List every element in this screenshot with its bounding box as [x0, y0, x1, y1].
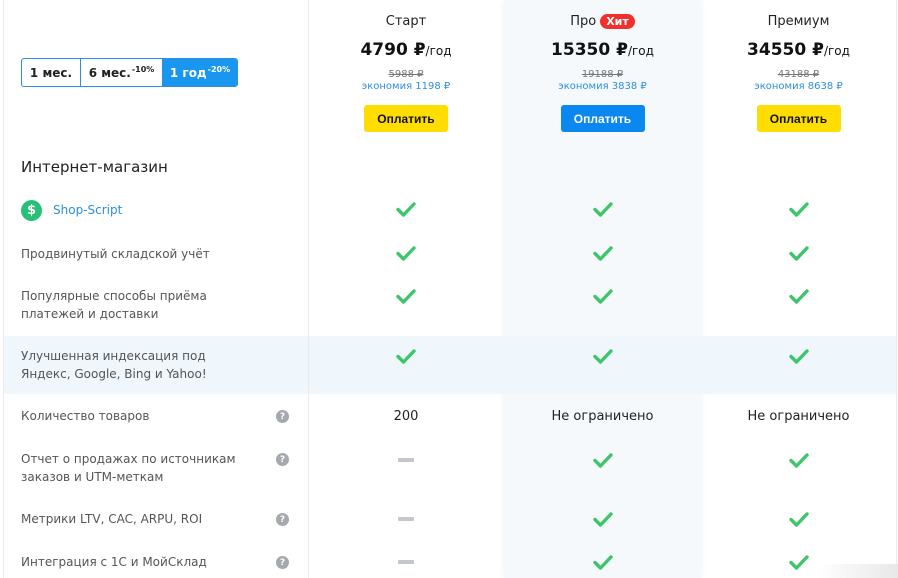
- feature-value: Не ограничено: [701, 406, 896, 426]
- check-icon: [504, 346, 701, 366]
- feature-label-line: Количество товаров: [21, 409, 150, 423]
- check-icon: [701, 346, 896, 366]
- hit-badge: Хит: [600, 14, 635, 29]
- feature-label-line: Метрики LTV, CAC, ARPU, ROI: [21, 512, 203, 526]
- check-icon: [701, 509, 896, 529]
- plan-column-start: Старт 4790 ₽/год 5988 ₽ экономия 1198 ₽ Опла…: [308, 0, 504, 578]
- check-icon: [504, 450, 701, 470]
- page-corner-fade: [818, 564, 898, 578]
- feature-label: Популярные способы приёма платежей и дос…: [21, 287, 207, 323]
- period-option-6-months[interactable]: 6 мес. -10%: [81, 59, 163, 86]
- old-price: 5988 ₽: [388, 69, 424, 80]
- feature-value: 200: [308, 406, 504, 426]
- dash-icon: [308, 552, 504, 572]
- price-period: /год: [627, 44, 654, 58]
- plan-name: Премиум: [701, 14, 896, 29]
- feature-value-text: Не ограничено: [747, 408, 850, 424]
- pay-button[interactable]: Оплатить: [560, 105, 645, 132]
- feature-label: Улучшенная индексация под Яндекс, Google…: [21, 347, 207, 383]
- check-icon: [308, 199, 504, 219]
- feature-value: Не ограничено: [504, 406, 701, 426]
- period-switch: 1 мес. 6 мес. -10% 1 год -20%: [21, 58, 238, 87]
- feature-label-line: Яндекс, Google, Bing и Yahoo!: [21, 367, 207, 381]
- period-option-label: 1 мес.: [29, 65, 73, 80]
- old-price: 19188 ₽: [581, 69, 624, 80]
- feature-label: Отчет о продажах по источникам заказов и…: [21, 450, 236, 486]
- plan-price: 34550 ₽/год: [701, 40, 896, 60]
- help-icon[interactable]: ?: [276, 556, 289, 569]
- check-icon: [504, 286, 701, 306]
- feature-label-line: Улучшенная индексация под: [21, 349, 206, 363]
- period-discount: -10%: [131, 65, 155, 74]
- period-option-label: 1 год: [169, 65, 207, 80]
- shop-script-link[interactable]: Shop-Script: [53, 201, 122, 219]
- price-value: 34550 ₽: [747, 40, 824, 60]
- dollar-icon: $: [21, 200, 42, 221]
- plan-column-premium: Премиум 34550 ₽/год 43188 ₽ экономия 8638 ₽…: [701, 0, 896, 578]
- check-icon: [701, 286, 896, 306]
- price-period: /год: [425, 44, 452, 58]
- check-icon: [504, 509, 701, 529]
- feature-label-line: платежей и доставки: [21, 307, 159, 321]
- price-value: 4790 ₽: [360, 40, 426, 60]
- pay-button[interactable]: Оплатить: [756, 105, 841, 132]
- help-icon[interactable]: ?: [276, 453, 289, 466]
- plan-name: Про Хит: [504, 14, 701, 29]
- price-period: /год: [823, 44, 850, 58]
- feature-label: Интеграция с 1С и МойСклад: [21, 553, 207, 571]
- plan-name-text: Премиум: [767, 14, 830, 29]
- feature-label-line: Продвинутый складской учёт: [21, 247, 210, 261]
- feature-label-line: Интеграция с 1С и МойСклад: [21, 555, 207, 569]
- check-icon: [701, 199, 896, 219]
- period-option-1-month[interactable]: 1 мес.: [22, 59, 81, 86]
- check-icon: [308, 243, 504, 263]
- plan-name: Старт: [308, 14, 504, 29]
- check-icon: [504, 243, 701, 263]
- feature-label-line: Популярные способы приёма: [21, 289, 207, 303]
- savings-text: экономия 1198 ₽: [361, 81, 451, 92]
- plan-price: 4790 ₽/год: [308, 40, 504, 60]
- feature-label: Продвинутый складской учёт: [21, 245, 210, 263]
- period-discount: -20%: [207, 65, 231, 74]
- price-value: 15350 ₽: [551, 40, 628, 60]
- feature-label: Количество товаров: [21, 407, 149, 425]
- dash-mark: [398, 560, 414, 564]
- pay-button[interactable]: Оплатить: [364, 105, 448, 132]
- plan-column-pro: Про Хит 15350 ₽/год 19188 ₽ экономия 3838 ₽ О…: [504, 0, 701, 578]
- help-icon[interactable]: ?: [276, 410, 289, 423]
- period-option-1-year[interactable]: 1 год -20%: [163, 59, 237, 86]
- plan-name-text: Про: [570, 14, 597, 29]
- feature-value-text: Не ограничено: [551, 408, 654, 424]
- feature-label: Метрики LTV, CAC, ARPU, ROI: [21, 510, 202, 528]
- section-title: Интернет-магазин: [21, 158, 168, 176]
- savings-text: экономия 3838 ₽: [558, 81, 647, 92]
- pricing-table: 1 мес. 6 мес. -10% 1 год -20% Интернет-м…: [0, 0, 898, 578]
- feature-labels-column: 1 мес. 6 мес. -10% 1 год -20% Интернет-м…: [0, 0, 308, 578]
- feature-label-line: заказов и UTM-меткам: [21, 470, 164, 484]
- dash-icon: [308, 450, 504, 470]
- dash-mark: [398, 458, 414, 462]
- plan-name-text: Старт: [385, 14, 427, 29]
- savings-text: экономия 8638 ₽: [754, 81, 843, 92]
- period-option-label: 6 мес.: [88, 65, 131, 80]
- check-icon: [308, 286, 504, 306]
- check-icon: [308, 346, 504, 366]
- dash-icon: [308, 509, 504, 529]
- dash-mark: [398, 517, 414, 521]
- feature-label-line: Отчет о продажах по источникам: [21, 452, 236, 466]
- feature-value-text: 200: [393, 408, 419, 424]
- check-icon: [701, 450, 896, 470]
- divider: [896, 0, 897, 578]
- help-icon[interactable]: ?: [276, 513, 289, 526]
- old-price: 43188 ₽: [777, 69, 820, 80]
- plan-price: 15350 ₽/год: [504, 40, 701, 60]
- check-icon: [504, 552, 701, 572]
- check-icon: [504, 199, 701, 219]
- check-icon: [701, 243, 896, 263]
